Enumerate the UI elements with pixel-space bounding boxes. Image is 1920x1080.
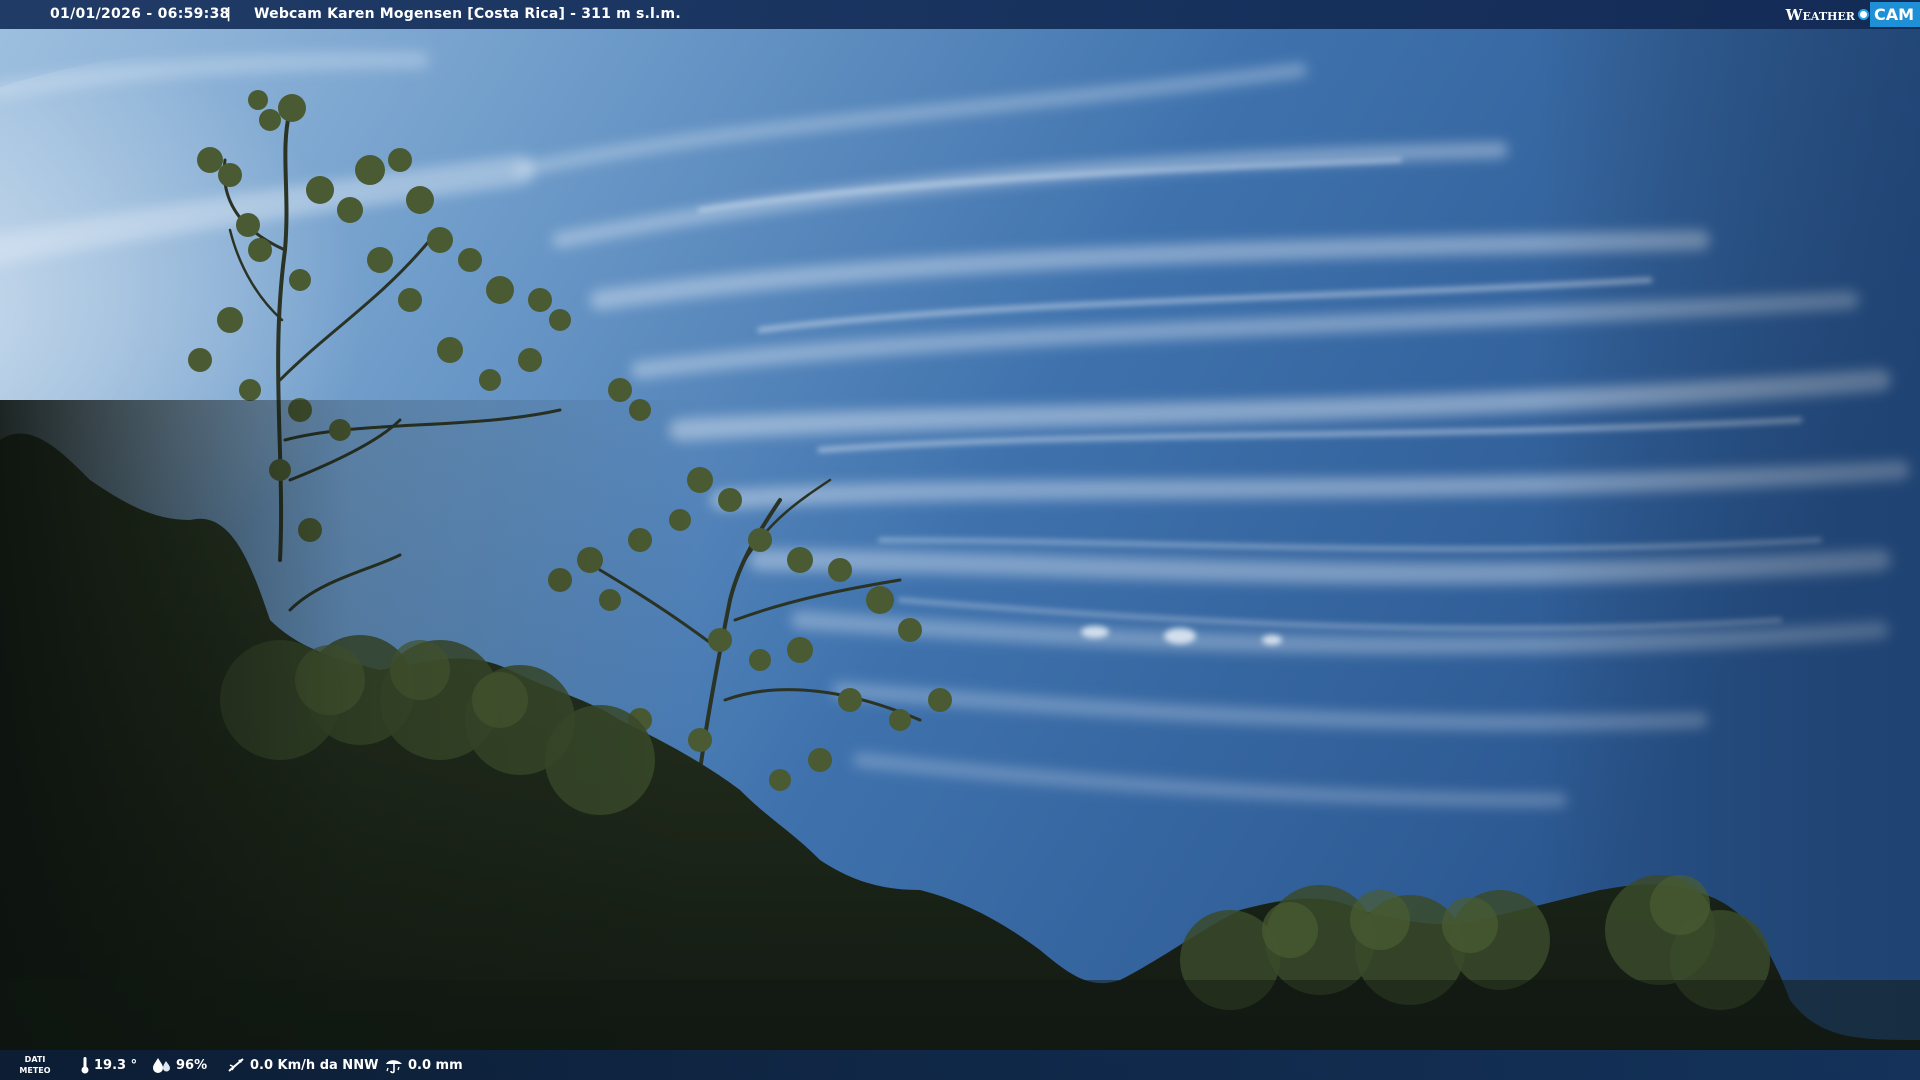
water-drops-icon: [153, 1058, 170, 1073]
station-title: Webcam Karen Mogensen [Costa Rica] - 311…: [254, 6, 681, 22]
rain-reading: 0.0 mm: [384, 1056, 463, 1074]
logo-right-text: CAM: [1869, 2, 1920, 27]
weather-data-label: DATI METEO: [19, 1055, 51, 1075]
humidity-value: 96%: [176, 1057, 208, 1073]
webcam-sky-scene: [0, 0, 1920, 1080]
header-separator: |: [226, 6, 232, 22]
temperature-value: 19.3 °: [94, 1057, 138, 1073]
wind-value: 0.0 Km/h da NNW: [250, 1057, 379, 1073]
weathercam-logo: Weather CAM: [1786, 0, 1920, 29]
timestamp: 01/01/2026 - 06:59:38: [50, 6, 230, 22]
logo-left-text: Weather: [1785, 5, 1855, 24]
temperature-reading: 19.3 °: [80, 1056, 137, 1074]
top-info-bar: 01/01/2026 - 06:59:38 | Webcam Karen Mog…: [0, 0, 1920, 29]
weather-data-bar: DATI METEO 19.3 ° 96% 0.0 Km/h da NNW 0.…: [0, 1050, 1920, 1080]
humidity-reading: 96%: [152, 1056, 207, 1074]
wind-reading: 0.0 Km/h da NNW: [226, 1056, 378, 1074]
rain-gauge-icon: [386, 1060, 402, 1074]
rain-value: 0.0 mm: [408, 1057, 463, 1073]
wind-vane-icon: [228, 1058, 244, 1072]
thermometer-icon: [81, 1057, 89, 1074]
logo-globe-icon: [1857, 9, 1869, 20]
